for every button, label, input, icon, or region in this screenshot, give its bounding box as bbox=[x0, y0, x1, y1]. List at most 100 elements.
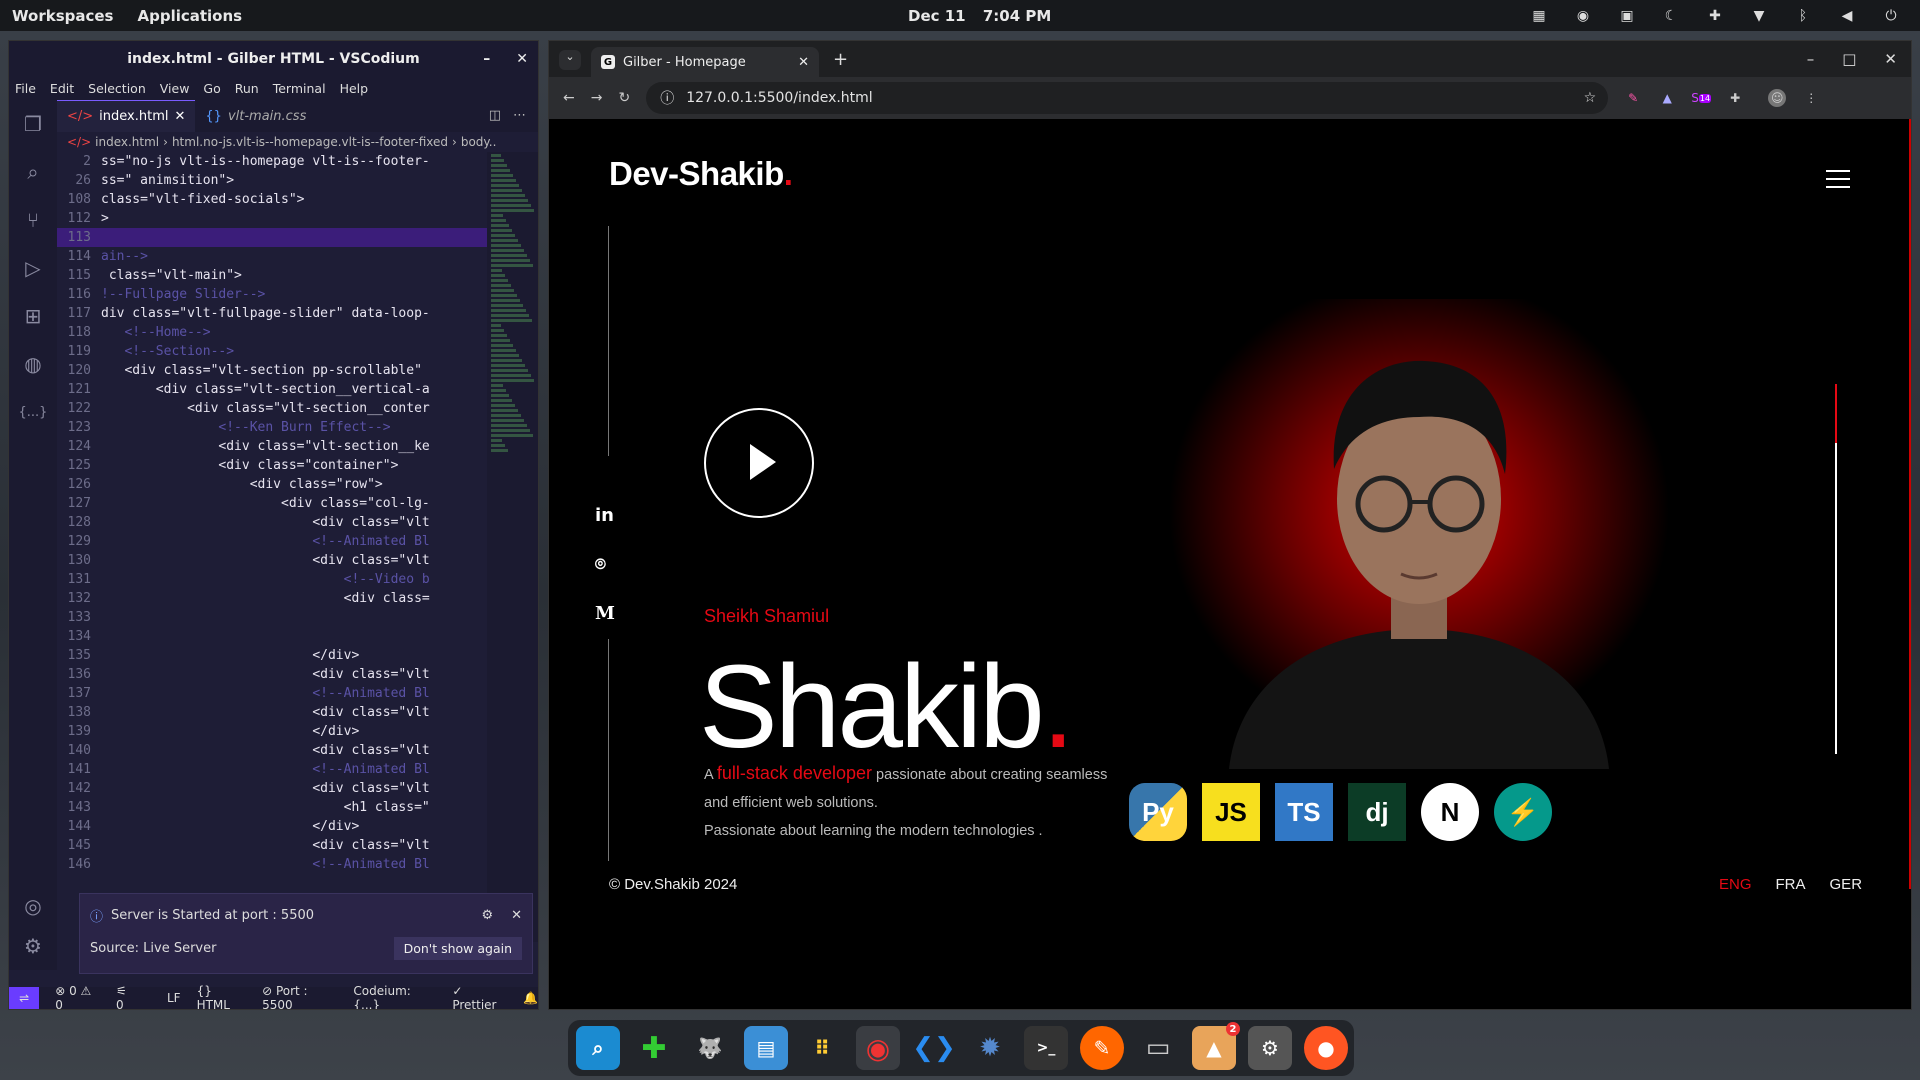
code-line[interactable]: 117 div class="vlt-fullpage-slider" data-… bbox=[57, 304, 487, 323]
clock[interactable]: Dec 11 7:04 PM bbox=[908, 7, 1051, 25]
code-line[interactable]: 146 <!--Animated Bl bbox=[57, 855, 487, 874]
code-line[interactable]: 2 ss="no-js vlt-is--homepage vlt-is--foot… bbox=[57, 152, 487, 171]
ports-indicator[interactable]: ⚟ 0 bbox=[116, 984, 137, 1009]
json-icon[interactable]: {...} bbox=[9, 388, 57, 436]
code-line[interactable]: 120 <div class="vlt-section pp-scrollabl… bbox=[57, 361, 487, 380]
search-icon[interactable]: ⌕ bbox=[9, 148, 57, 196]
prettier-status[interactable]: ✓ Prettier bbox=[452, 984, 507, 1009]
menu-terminal[interactable]: Terminal bbox=[273, 81, 326, 96]
hamburger-menu-icon[interactable] bbox=[1826, 170, 1850, 188]
problems-indicator[interactable]: ⊗ 0 ⚠ 0 bbox=[55, 984, 100, 1009]
code-line[interactable]: 135 </div> bbox=[57, 646, 487, 665]
tab-index-html[interactable]: </> index.html ✕ bbox=[57, 100, 196, 132]
dont-show-again-button[interactable]: Don't show again bbox=[393, 937, 522, 960]
code-line[interactable]: 114 ain--> bbox=[57, 247, 487, 266]
applications-button[interactable]: Applications bbox=[137, 7, 242, 25]
code-line[interactable]: 131 <!--Video b bbox=[57, 570, 487, 589]
code-line[interactable]: 133 bbox=[57, 608, 487, 627]
code-line[interactable]: 145 <div class="vlt bbox=[57, 836, 487, 855]
chrome-indicator-icon[interactable]: ◉ bbox=[1572, 7, 1594, 25]
github-icon[interactable]: ⌾ bbox=[595, 554, 615, 575]
address-bar[interactable]: ⓘ 127.0.0.1:5500/index.html ☆ bbox=[646, 82, 1609, 114]
minimap[interactable] bbox=[487, 152, 538, 942]
lang-fra[interactable]: FRA bbox=[1776, 876, 1806, 893]
code-line[interactable]: 129 <!--Animated Bl bbox=[57, 532, 487, 551]
system-settings-icon[interactable]: ⚙ bbox=[1248, 1026, 1292, 1070]
code-line[interactable]: 108 class="vlt-fixed-socials"> bbox=[57, 190, 487, 209]
extensions-puzzle-icon[interactable]: ✚ bbox=[1726, 89, 1744, 107]
code-line[interactable]: 138 <div class="vlt bbox=[57, 703, 487, 722]
profile-avatar[interactable]: ☺ bbox=[1768, 89, 1787, 107]
code-line[interactable]: 140 <div class="vlt bbox=[57, 741, 487, 760]
code-line[interactable]: 134 bbox=[57, 627, 487, 646]
vscode-icon[interactable]: ❮❯ bbox=[912, 1026, 956, 1070]
minimize-button[interactable]: – bbox=[1807, 50, 1815, 68]
screenshot-icon[interactable]: ▣ bbox=[1616, 7, 1638, 25]
code-line[interactable]: 113 bbox=[57, 228, 487, 247]
code-line[interactable]: 137 <!--Animated Bl bbox=[57, 684, 487, 703]
code-line[interactable]: 141 <!--Animated Bl bbox=[57, 760, 487, 779]
code-line[interactable]: 127 <div class="col-lg- bbox=[57, 494, 487, 513]
code-line[interactable]: 126 <div class="row"> bbox=[57, 475, 487, 494]
breadcrumb-body[interactable]: body.. bbox=[461, 135, 497, 149]
code-line[interactable]: 123 <!--Ken Burn Effect--> bbox=[57, 418, 487, 437]
breadcrumb-file[interactable]: index.html bbox=[95, 135, 159, 149]
lang-eng[interactable]: ENG bbox=[1719, 876, 1752, 893]
code-line[interactable]: 119 <!--Section--> bbox=[57, 342, 487, 361]
linkedin-icon[interactable]: in bbox=[595, 505, 615, 526]
forward-icon[interactable]: → bbox=[591, 90, 603, 106]
bookmark-star-icon[interactable]: ☆ bbox=[1584, 90, 1597, 106]
code-line[interactable]: 128 <div class="vlt bbox=[57, 513, 487, 532]
app-grid-icon[interactable]: ⠿ bbox=[800, 1026, 844, 1070]
extensions-icon[interactable]: ✚ bbox=[1704, 7, 1726, 25]
notification-settings-icon[interactable]: ⚙ bbox=[481, 908, 493, 923]
terminal-icon[interactable]: >_ bbox=[1024, 1026, 1068, 1070]
minimize-button[interactable]: – bbox=[483, 51, 490, 67]
gimp-icon[interactable]: 🐺 bbox=[688, 1026, 732, 1070]
extensions-icon[interactable]: ⊞ bbox=[9, 292, 57, 340]
night-mode-icon[interactable]: ☾ bbox=[1660, 7, 1682, 25]
tab-vlt-main-css[interactable]: {} vlt-main.css bbox=[195, 100, 316, 132]
power-icon[interactable]: ⏻ bbox=[1880, 7, 1902, 25]
code-line[interactable]: 124 <div class="vlt-section__ke bbox=[57, 437, 487, 456]
code-line[interactable]: 118 <!--Home--> bbox=[57, 323, 487, 342]
close-tab-icon[interactable]: ✕ bbox=[174, 109, 185, 124]
chrome-icon[interactable]: ◉ bbox=[856, 1026, 900, 1070]
code-line[interactable]: 142 <div class="vlt bbox=[57, 779, 487, 798]
code-line[interactable]: 122 <div class="vlt-section__conter bbox=[57, 399, 487, 418]
more-actions-icon[interactable]: ⋯ bbox=[509, 100, 538, 132]
menu-help[interactable]: Help bbox=[340, 81, 369, 96]
code-line[interactable]: 115 class="vlt-main"> bbox=[57, 266, 487, 285]
code-line[interactable]: 132 <div class= bbox=[57, 589, 487, 608]
notification-close-icon[interactable]: ✕ bbox=[511, 908, 522, 923]
split-editor-icon[interactable]: ◫ bbox=[481, 100, 509, 132]
breadcrumb-element[interactable]: html.no-js.vlt-is--homepage.vlt-is--foot… bbox=[172, 135, 448, 149]
medium-icon[interactable]: M bbox=[595, 603, 615, 624]
chrome-menu-icon[interactable]: ⋮ bbox=[1802, 89, 1820, 107]
code-line[interactable]: 121 <div class="vlt-section__vertical-a bbox=[57, 380, 487, 399]
wifi-icon[interactable]: ▼ bbox=[1748, 7, 1770, 25]
close-button[interactable]: ✕ bbox=[516, 51, 528, 67]
close-tab-icon[interactable]: ✕ bbox=[798, 55, 809, 70]
site-info-icon[interactable]: ⓘ bbox=[660, 88, 674, 108]
software-store-icon[interactable]: ▲ 2 bbox=[1192, 1022, 1240, 1070]
remote-icon[interactable]: ⇌ bbox=[9, 987, 40, 1009]
run-debug-icon[interactable]: ▷ bbox=[9, 244, 57, 292]
color-picker-extension-icon[interactable]: ✎ bbox=[1624, 89, 1642, 107]
menu-edit[interactable]: Edit bbox=[50, 81, 74, 96]
window-list-icon[interactable]: ▦ bbox=[1528, 7, 1550, 25]
play-video-button[interactable] bbox=[704, 408, 814, 518]
reload-icon[interactable]: ↻ bbox=[618, 90, 630, 106]
pen-tool-icon[interactable]: ✎ bbox=[1080, 1026, 1124, 1070]
code-line[interactable]: 26 ss=" animsition"> bbox=[57, 171, 487, 190]
menu-run[interactable]: Run bbox=[235, 81, 259, 96]
menu-go[interactable]: Go bbox=[203, 81, 220, 96]
eol-indicator[interactable]: LF bbox=[167, 991, 181, 1005]
site-logo[interactable]: Dev-Shakib. bbox=[609, 155, 793, 193]
code-line[interactable]: 136 <div class="vlt bbox=[57, 665, 487, 684]
menu-file[interactable]: File bbox=[15, 81, 36, 96]
code-line[interactable]: 130 <div class="vlt bbox=[57, 551, 487, 570]
back-icon[interactable]: ← bbox=[563, 90, 575, 106]
explorer-icon[interactable]: ❐ bbox=[9, 100, 57, 148]
code-line[interactable]: 125 <div class="container"> bbox=[57, 456, 487, 475]
